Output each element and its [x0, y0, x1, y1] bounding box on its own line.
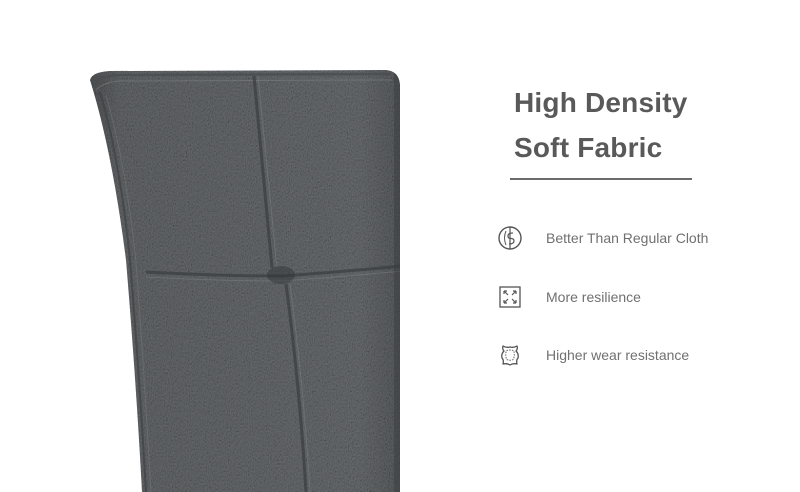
feature-item-wear-resistance: Higher wear resistance [497, 341, 689, 369]
headline-line-2: Soft Fabric [514, 132, 663, 163]
feature-item-regular-cloth: Better Than Regular Cloth [497, 224, 708, 252]
leather-hide-icon [497, 342, 523, 368]
feature-label: Higher wear resistance [546, 347, 690, 363]
cloth-circle-icon [497, 225, 523, 251]
feature-label: Better Than Regular Cloth [546, 230, 709, 246]
feature-label: More resilience [546, 289, 641, 305]
feature-item-resilience: More resilience [497, 283, 641, 311]
expand-arrows-icon [497, 284, 523, 310]
headline-block: High Density Soft Fabric [514, 80, 714, 170]
headline-divider [510, 178, 692, 180]
headline-line-1: High Density [514, 87, 688, 118]
